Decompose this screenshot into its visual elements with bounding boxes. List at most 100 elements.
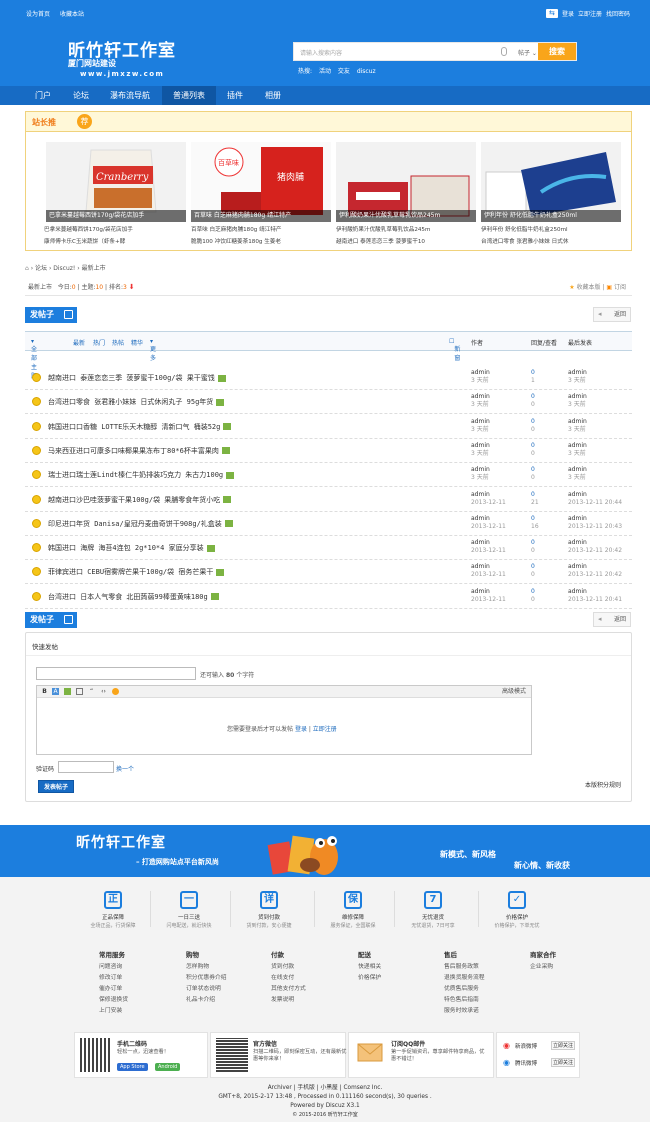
thread-title[interactable]: 台湾进口零食 张君雅小妹妹 日式休闲丸子 95g年货 <box>48 397 225 407</box>
breadcrumb-item[interactable]: 论坛 <box>35 265 47 272</box>
thread-title[interactable]: 台湾进口 日本人气零食 北田蒟蒻99棒蛋黄味180g <box>48 592 219 602</box>
color-icon[interactable]: A <box>52 688 59 695</box>
author-name[interactable]: admin <box>471 563 490 570</box>
footer-link[interactable]: 其他支付方式 <box>271 984 341 995</box>
footer-link[interactable]: 保修退换货 <box>99 995 169 1006</box>
footer-link[interactable]: 上门安装 <box>99 1006 169 1017</box>
last-poster[interactable]: admin <box>568 515 587 522</box>
tab-hot-posts[interactable]: 热帖 <box>112 338 124 347</box>
recommend-link[interactable]: 伊利年份 舒化低脂牛奶礼盒250ml <box>481 224 621 236</box>
reply-count[interactable]: 0 <box>531 442 535 449</box>
footer-link[interactable]: 订单状态说明 <box>186 984 256 995</box>
last-poster[interactable]: admin <box>568 466 587 473</box>
last-post-date[interactable]: 3 天前 <box>568 426 586 433</box>
recommend-image[interactable]: Cranberry 巴拿米蔓越莓西饼170g/袋花店加手 <box>46 142 186 222</box>
captcha-refresh-link[interactable]: 换一个 <box>116 764 134 773</box>
tab-hot[interactable]: 热门 <box>93 338 105 347</box>
reply-count[interactable]: 0 <box>531 393 535 400</box>
author-name[interactable]: admin <box>471 466 490 473</box>
author-name[interactable]: admin <box>471 515 490 522</box>
last-poster[interactable]: admin <box>568 393 587 400</box>
footer-link[interactable]: 价格保护 <box>358 973 428 984</box>
footer-link[interactable]: 优质售后服务 <box>444 984 514 995</box>
new-post-button[interactable]: 发帖子 <box>25 307 77 323</box>
hot-item[interactable]: 交友 <box>338 68 350 75</box>
code-icon[interactable]: ‹› <box>100 688 107 695</box>
footer-links[interactable]: Archiver | 手机版 | 小黑屋 | Comsenz Inc. <box>0 1084 650 1093</box>
switch-icon[interactable]: ⇆ <box>545 9 558 18</box>
android-button[interactable]: Android <box>155 1063 181 1071</box>
footer-link[interactable]: 礼品卡介绍 <box>186 995 256 1006</box>
last-post-date[interactable]: 2013-12-11 20:43 <box>568 523 622 530</box>
thread-title[interactable]: 越南进口沙巴哇菠萝蜜干果100g/袋 果脯零食年货小吃 <box>48 495 232 505</box>
nav-forum[interactable]: 论坛 <box>64 86 98 105</box>
reply-count[interactable]: 0 <box>531 491 535 498</box>
thread-row[interactable]: 马来西亚进口可康多口味椰果果冻布丁80*6杯丰富果肉 admin 3 天前 0 0 adm… <box>25 439 632 463</box>
register-link[interactable]: 立即注册 <box>578 9 602 18</box>
thread-title[interactable]: 越南进口 泰莲恋恋三季 菠萝蜜干100g/袋 果干蜜饯 <box>48 373 226 383</box>
forgot-password-link[interactable]: 找回密码 <box>606 9 630 18</box>
reply-count[interactable]: 0 <box>531 563 535 570</box>
author-name[interactable]: admin <box>471 588 490 595</box>
post-editor[interactable]: B A “ ‹› 高级模式 您需要登录后才可以发帖 登录 | 立即注册 <box>36 685 532 755</box>
tab-digest[interactable]: 精华 <box>131 338 143 347</box>
thread-title[interactable]: 马来西亚进口可康多口味椰果果冻布丁80*6杯丰富果肉 <box>48 446 230 456</box>
thread-row[interactable]: 越南进口 泰莲恋恋三季 菠萝蜜干100g/袋 果干蜜饯 admin 3 天前 0 1 ad… <box>25 366 632 390</box>
nav-portal[interactable]: 门户 <box>26 86 60 105</box>
thread-row[interactable]: 印尼进口年货 Danisa/皇冠丹麦曲奇饼干908g/礼盒装 admin 2013-… <box>25 512 632 536</box>
last-post-date[interactable]: 2013-12-11 20:42 <box>568 547 622 554</box>
recommend-link[interactable]: 台湾进口零食 张君雅小妹妹 日式休 <box>481 236 621 248</box>
recommend-link[interactable]: 越南进口 泰莲恋恋三季 菠萝蜜干10 <box>336 236 476 248</box>
footer-link[interactable]: 企业采购 <box>530 962 600 973</box>
app-store-button[interactable]: App Store <box>117 1063 148 1071</box>
register-link[interactable]: 立即注册 <box>313 726 337 733</box>
image-icon[interactable] <box>64 688 71 695</box>
last-post-date[interactable]: 2013-12-11 20:42 <box>568 571 622 578</box>
thread-title[interactable]: 韩国进口 海牌 海苔4连包 2g*10*4 家庭分享装 <box>48 543 215 553</box>
thread-row[interactable]: 瑞士进口瑞士莲Lindt榛仁牛奶排装巧克力 朱古力100g admin 3 天前 0 0… <box>25 463 632 488</box>
login-link[interactable]: 登录 <box>562 9 574 18</box>
recommend-image[interactable]: 百草味 猪肉脯 百草味 白芝麻猪肉脯180g 靖江特产 <box>191 142 331 222</box>
recommend-image[interactable]: 伊利年份 舒化低脂牛奶礼盒250ml <box>481 142 621 222</box>
author-name[interactable]: admin <box>471 418 490 425</box>
thread-row[interactable]: 越南进口沙巴哇菠萝蜜干果100g/袋 果脯零食年货小吃 admin 2013-12-… <box>25 488 632 512</box>
thread-row[interactable]: 韩国进口口香糖 LOTTE乐天木糖醇 清新口气 桶装52g admin 3 天前 0 0… <box>25 415 632 439</box>
reply-count[interactable]: 0 <box>531 515 535 522</box>
last-post-date[interactable]: 2013-12-11 20:41 <box>568 596 622 603</box>
search-button[interactable]: 搜索 <box>538 43 576 60</box>
thread-title[interactable]: 瑞士进口瑞士莲Lindt榛仁牛奶排装巧克力 朱古力100g <box>48 470 235 480</box>
credit-rules-link[interactable]: 本版积分规则 <box>585 780 621 789</box>
last-post-date[interactable]: 3 天前 <box>568 377 586 384</box>
nav-album[interactable]: 相册 <box>256 86 290 105</box>
footer-link[interactable]: 特色售后指南 <box>444 995 514 1006</box>
search-input[interactable]: 请输入搜索内容 <box>300 48 342 57</box>
author-name[interactable]: admin <box>471 369 490 376</box>
captcha-input[interactable] <box>58 761 114 773</box>
breadcrumb-item[interactable]: 最新上市 <box>82 265 106 272</box>
link-icon[interactable] <box>76 688 83 695</box>
last-post-date[interactable]: 2013-12-11 20:44 <box>568 499 622 506</box>
thread-row[interactable]: 韩国进口 海牌 海苔4连包 2g*10*4 家庭分享装 admin 2013-12-… <box>25 536 632 561</box>
search-type-select[interactable]: 帖子 ⌄ <box>518 48 537 57</box>
favorite-forum-link[interactable]: 收藏本版 <box>577 284 601 291</box>
recommend-link[interactable]: 伊利酸奶果汁优酸乳草莓乳饮品245m <box>336 224 476 236</box>
follow-tencent-button[interactable]: 立即关注 <box>551 1058 576 1067</box>
follow-sina-button[interactable]: 立即关注 <box>551 1041 576 1050</box>
reply-count[interactable]: 0 <box>531 466 535 473</box>
footer-link[interactable]: 货到付款 <box>271 962 341 973</box>
nav-normal-list[interactable]: 普通列表 <box>162 86 216 105</box>
smiley-icon[interactable] <box>112 688 119 695</box>
author-name[interactable]: admin <box>471 539 490 546</box>
subject-input[interactable] <box>36 667 196 680</box>
rss-link[interactable]: 订阅 <box>614 284 626 291</box>
footer-link[interactable]: 售后服务政策 <box>444 962 514 973</box>
footer-link[interactable]: 在线支付 <box>271 973 341 984</box>
thread-row[interactable]: 台湾进口零食 张君雅小妹妹 日式休闲丸子 95g年货 admin 3 天前 0 0 adm… <box>25 390 632 415</box>
thread-title[interactable]: 菲律宾进口 CEBU宿雾牌芒果干100g/袋 宿务芒果干 <box>48 567 225 577</box>
thread-title[interactable]: 印尼进口年货 Danisa/皇冠丹麦曲奇饼干908g/礼盒装 <box>48 519 233 529</box>
filter-all-topics[interactable]: 全部主题 ▾ <box>31 338 37 380</box>
footer-link[interactable]: 修改订单 <box>99 973 169 984</box>
reply-count[interactable]: 0 <box>531 418 535 425</box>
footer-link[interactable]: 快递相关 <box>358 962 428 973</box>
submit-post-button[interactable]: 发表帖子 <box>38 780 74 793</box>
